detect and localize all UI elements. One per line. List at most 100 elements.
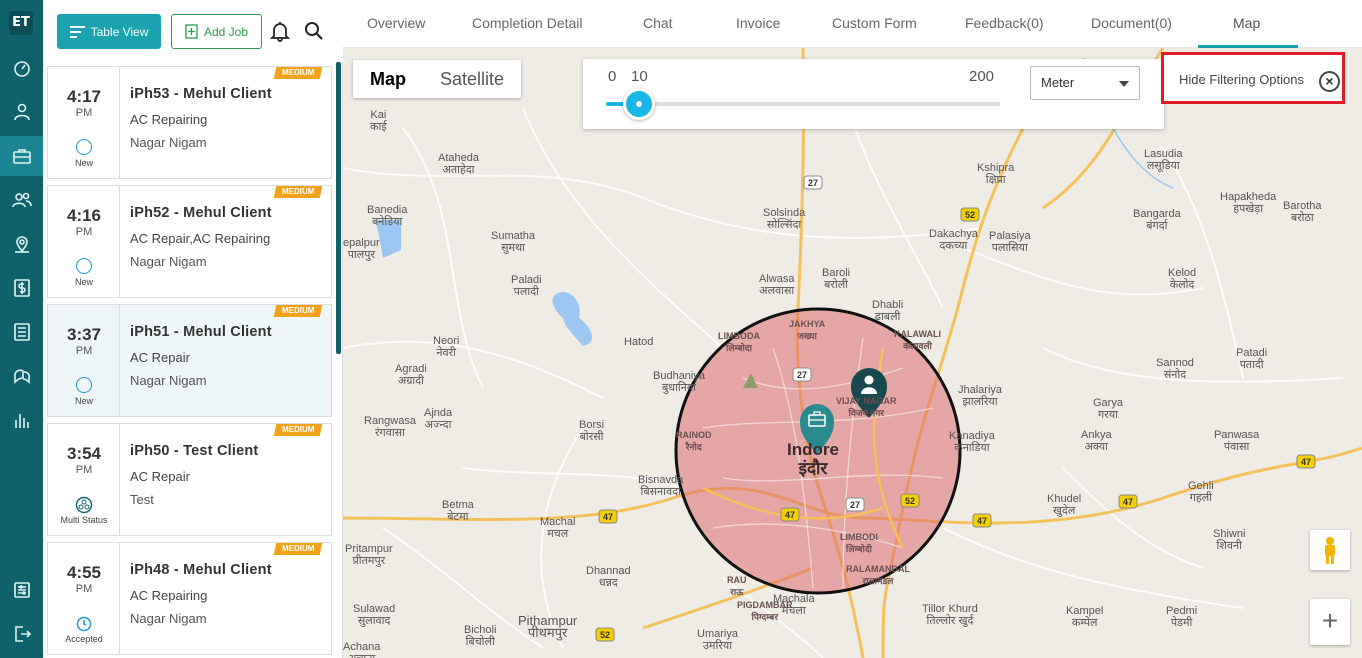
map-label: Betma बेटमा <box>442 499 474 523</box>
bell-icon[interactable] <box>269 20 291 42</box>
job-status: New <box>74 396 93 406</box>
map-label: Sulawad सुलावाद <box>353 603 396 627</box>
map-label: Panwasa पंवासा <box>1214 429 1260 453</box>
tab-invoice[interactable]: Invoice <box>736 15 780 31</box>
plus-file-icon <box>185 24 198 39</box>
tab-document[interactable]: Document(0) <box>1091 15 1172 31</box>
tab-feedback[interactable]: Feedback(0) <box>965 15 1044 31</box>
job-ampm: PM <box>75 583 93 595</box>
logout-icon[interactable] <box>0 614 43 654</box>
map-label: RALAMANDAL रालामंडल <box>846 564 910 586</box>
map-label: Bicholi बिचोली <box>464 624 497 648</box>
close-icon[interactable]: × <box>1319 71 1340 92</box>
user-icon[interactable] <box>0 92 43 132</box>
add-job-button[interactable]: Add Job <box>171 14 262 49</box>
job-list: 4:17 PM New MEDIUM iPh53 - Mehul Client … <box>47 66 332 658</box>
tab-custom-form[interactable]: Custom Form <box>832 15 917 31</box>
job-card[interactable]: 4:16 PM New MEDIUM iPh52 - Mehul Client … <box>47 185 332 298</box>
job-time: 4:55 <box>66 563 102 582</box>
list-lines-icon <box>69 25 85 38</box>
svg-text:52: 52 <box>600 630 610 640</box>
priority-badge: MEDIUM <box>273 67 323 79</box>
tab-overview[interactable]: Overview <box>367 15 425 31</box>
users-icon[interactable] <box>0 180 43 220</box>
chat-icon[interactable] <box>0 356 43 396</box>
job-location: Test <box>130 492 154 507</box>
search-icon[interactable] <box>304 21 324 41</box>
map-label: Palasiya पलासिया <box>989 230 1031 254</box>
map-label: Pithampur पीथमपुर <box>518 613 578 640</box>
street-view-pegman[interactable] <box>1310 530 1350 570</box>
status-new-icon <box>76 377 92 393</box>
map-label: Sumatha सुमथा <box>491 230 536 254</box>
map-label: Hapakheda हपखेड़ा <box>1220 191 1277 215</box>
hide-filtering-label: Hide Filtering Options <box>1179 72 1304 87</box>
svg-text:27: 27 <box>808 178 818 188</box>
zoom-in-button[interactable]: + <box>1310 599 1350 645</box>
unit-select[interactable]: Meter <box>1030 66 1140 100</box>
job-service: AC Repair,AC Repairing <box>130 231 271 246</box>
dollar-icon[interactable] <box>0 268 43 308</box>
job-title: iPh48 - Mehul Client <box>130 562 272 578</box>
job-service: AC Repairing <box>130 588 208 603</box>
map-label: Khudel खुदेल <box>1047 493 1082 517</box>
priority-badge: MEDIUM <box>273 305 323 317</box>
priority-badge: MEDIUM <box>273 543 323 555</box>
map-label: Baroli बरोली <box>822 267 851 291</box>
map-label: Sannod संनोद <box>1156 357 1194 381</box>
dashboard-icon[interactable] <box>0 48 43 88</box>
map-canvas[interactable]: 27 27 27 52 52 52 47 47 47 47 47 Kai काई… <box>343 48 1362 658</box>
tab-chat[interactable]: Chat <box>643 15 673 31</box>
list-icon[interactable] <box>0 312 43 352</box>
map-label: LIMBODA लिम्बोदा <box>718 331 760 353</box>
job-time: 3:37 <box>66 325 102 344</box>
tab-map[interactable]: Map <box>1233 15 1260 31</box>
job-status: Accepted <box>65 634 103 644</box>
table-view-button[interactable]: Table View <box>57 14 161 49</box>
job-time: 4:17 <box>66 87 102 106</box>
tab-completion-detail[interactable]: Completion Detail <box>472 15 583 31</box>
settings-icon[interactable] <box>0 570 43 610</box>
map-pin-icon[interactable] <box>0 224 43 264</box>
job-card[interactable]: 4:55 PM Accepted MEDIUM iPh48 - Mehul Cl… <box>47 542 332 655</box>
map-label: Kampel कम्पेल <box>1066 605 1104 629</box>
briefcase-icon[interactable] <box>0 136 43 176</box>
map-label: Ataheda अताहेदा <box>438 152 479 176</box>
map-label: Machal मचल <box>540 516 576 540</box>
app-logo[interactable]: ET <box>9 11 33 35</box>
job-title: iPh51 - Mehul Client <box>130 324 272 340</box>
map-label: Kshipra क्षिप्रा <box>977 162 1015 186</box>
map-label: Jhalariya झालरिया <box>958 384 1003 408</box>
map-label: JAKHYA जख्या <box>789 319 826 341</box>
job-card[interactable]: 4:17 PM New MEDIUM iPh53 - Mehul Client … <box>47 66 332 179</box>
map-label: RAU राऊ <box>727 575 747 597</box>
map-label: Rangwasa रंगवासा <box>364 415 416 439</box>
map-label: Dhabli ढाबली <box>872 299 904 323</box>
job-card[interactable]: 3:54 PM Multi Status MEDIUM iPh50 - Test… <box>47 423 332 536</box>
job-location: Nagar Nigam <box>130 611 207 626</box>
hide-filtering-options[interactable]: Hide Filtering Options × <box>1161 52 1345 104</box>
radius-slider-thumb[interactable] <box>623 88 655 120</box>
job-ampm: PM <box>75 464 93 476</box>
map-label: Ajnda अज्न्दा <box>424 407 453 431</box>
svg-text:47: 47 <box>1123 497 1133 507</box>
map-type-satellite-button[interactable]: Satellite <box>423 60 521 98</box>
multi-status-icon <box>75 496 93 514</box>
map-label: Dhannad धन्नद <box>586 565 631 589</box>
map-label: Dakachya दकच्या <box>929 228 978 252</box>
map-city-label: Indore इंदौर <box>787 440 839 478</box>
radius-slider-track[interactable] <box>606 102 1000 106</box>
map-label: Lasudia लसूडिया <box>1144 148 1183 172</box>
map-label: Borsi बोरसी <box>579 419 605 443</box>
job-list-scrollbar[interactable] <box>336 62 341 354</box>
table-view-label: Table View <box>90 24 149 39</box>
map-label: Neori नेवरी <box>433 335 460 359</box>
map-label: Paladi पलादी <box>511 274 542 298</box>
bar-chart-icon[interactable] <box>0 400 43 440</box>
job-card-selected[interactable]: 3:37 PM New MEDIUM iPh51 - Mehul Client … <box>47 304 332 417</box>
map-label: Pedmi पेडमी <box>1166 605 1198 629</box>
map-label: Ankya अक्या <box>1081 429 1112 453</box>
map-type-map-button[interactable]: Map <box>353 60 423 98</box>
job-time-block: 4:55 PM Accepted <box>48 543 120 654</box>
job-toolbar: Table View Add Job <box>43 0 343 62</box>
